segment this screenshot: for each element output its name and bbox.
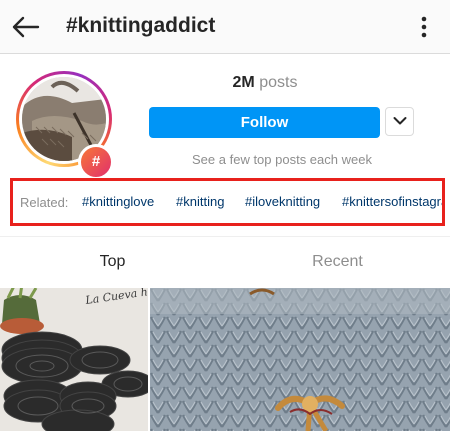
- tab-top[interactable]: Top: [0, 253, 225, 271]
- post-image-knit-fabric: [150, 288, 450, 431]
- related-tag-knitting[interactable]: #knitting: [176, 194, 224, 209]
- top-bar: #knittingaddict: [0, 0, 450, 54]
- related-tag-iloveknitting[interactable]: #iloveknitting: [245, 194, 320, 209]
- more-options-button[interactable]: [412, 13, 436, 41]
- post-image-crochet-coasters: La Cueva handmade: [0, 288, 148, 431]
- suggestions-dropdown-button[interactable]: [385, 107, 414, 136]
- post-grid: La Cueva handmade: [0, 288, 450, 431]
- follow-button[interactable]: Follow: [149, 107, 380, 138]
- related-label: Related:: [20, 195, 69, 210]
- back-button[interactable]: [10, 12, 42, 42]
- chevron-down-icon: [393, 117, 407, 125]
- post-tile[interactable]: [150, 288, 450, 431]
- post-tile[interactable]: La Cueva handmade: [0, 288, 148, 431]
- hashtag-badge-icon: #: [78, 144, 114, 180]
- posts-count-value: 2M: [232, 74, 255, 91]
- related-tag-knittinglove[interactable]: #knittinglove: [82, 194, 154, 209]
- follow-hint: See a few top posts each week: [192, 152, 372, 167]
- post-tabs: Top Recent: [0, 236, 450, 286]
- page-title: #knittingaddict: [66, 14, 216, 37]
- posts-count-label: posts: [259, 74, 298, 91]
- posts-count: 2M posts: [150, 74, 380, 92]
- related-hashtags-bar: Related: #knittinglove #knitting #ilovek…: [10, 178, 445, 226]
- tab-recent[interactable]: Recent: [225, 253, 450, 271]
- back-arrow-icon: [12, 16, 40, 38]
- related-tag-knittersofinstagram[interactable]: #knittersofinstagram: [342, 194, 442, 209]
- more-vertical-icon: [421, 16, 427, 38]
